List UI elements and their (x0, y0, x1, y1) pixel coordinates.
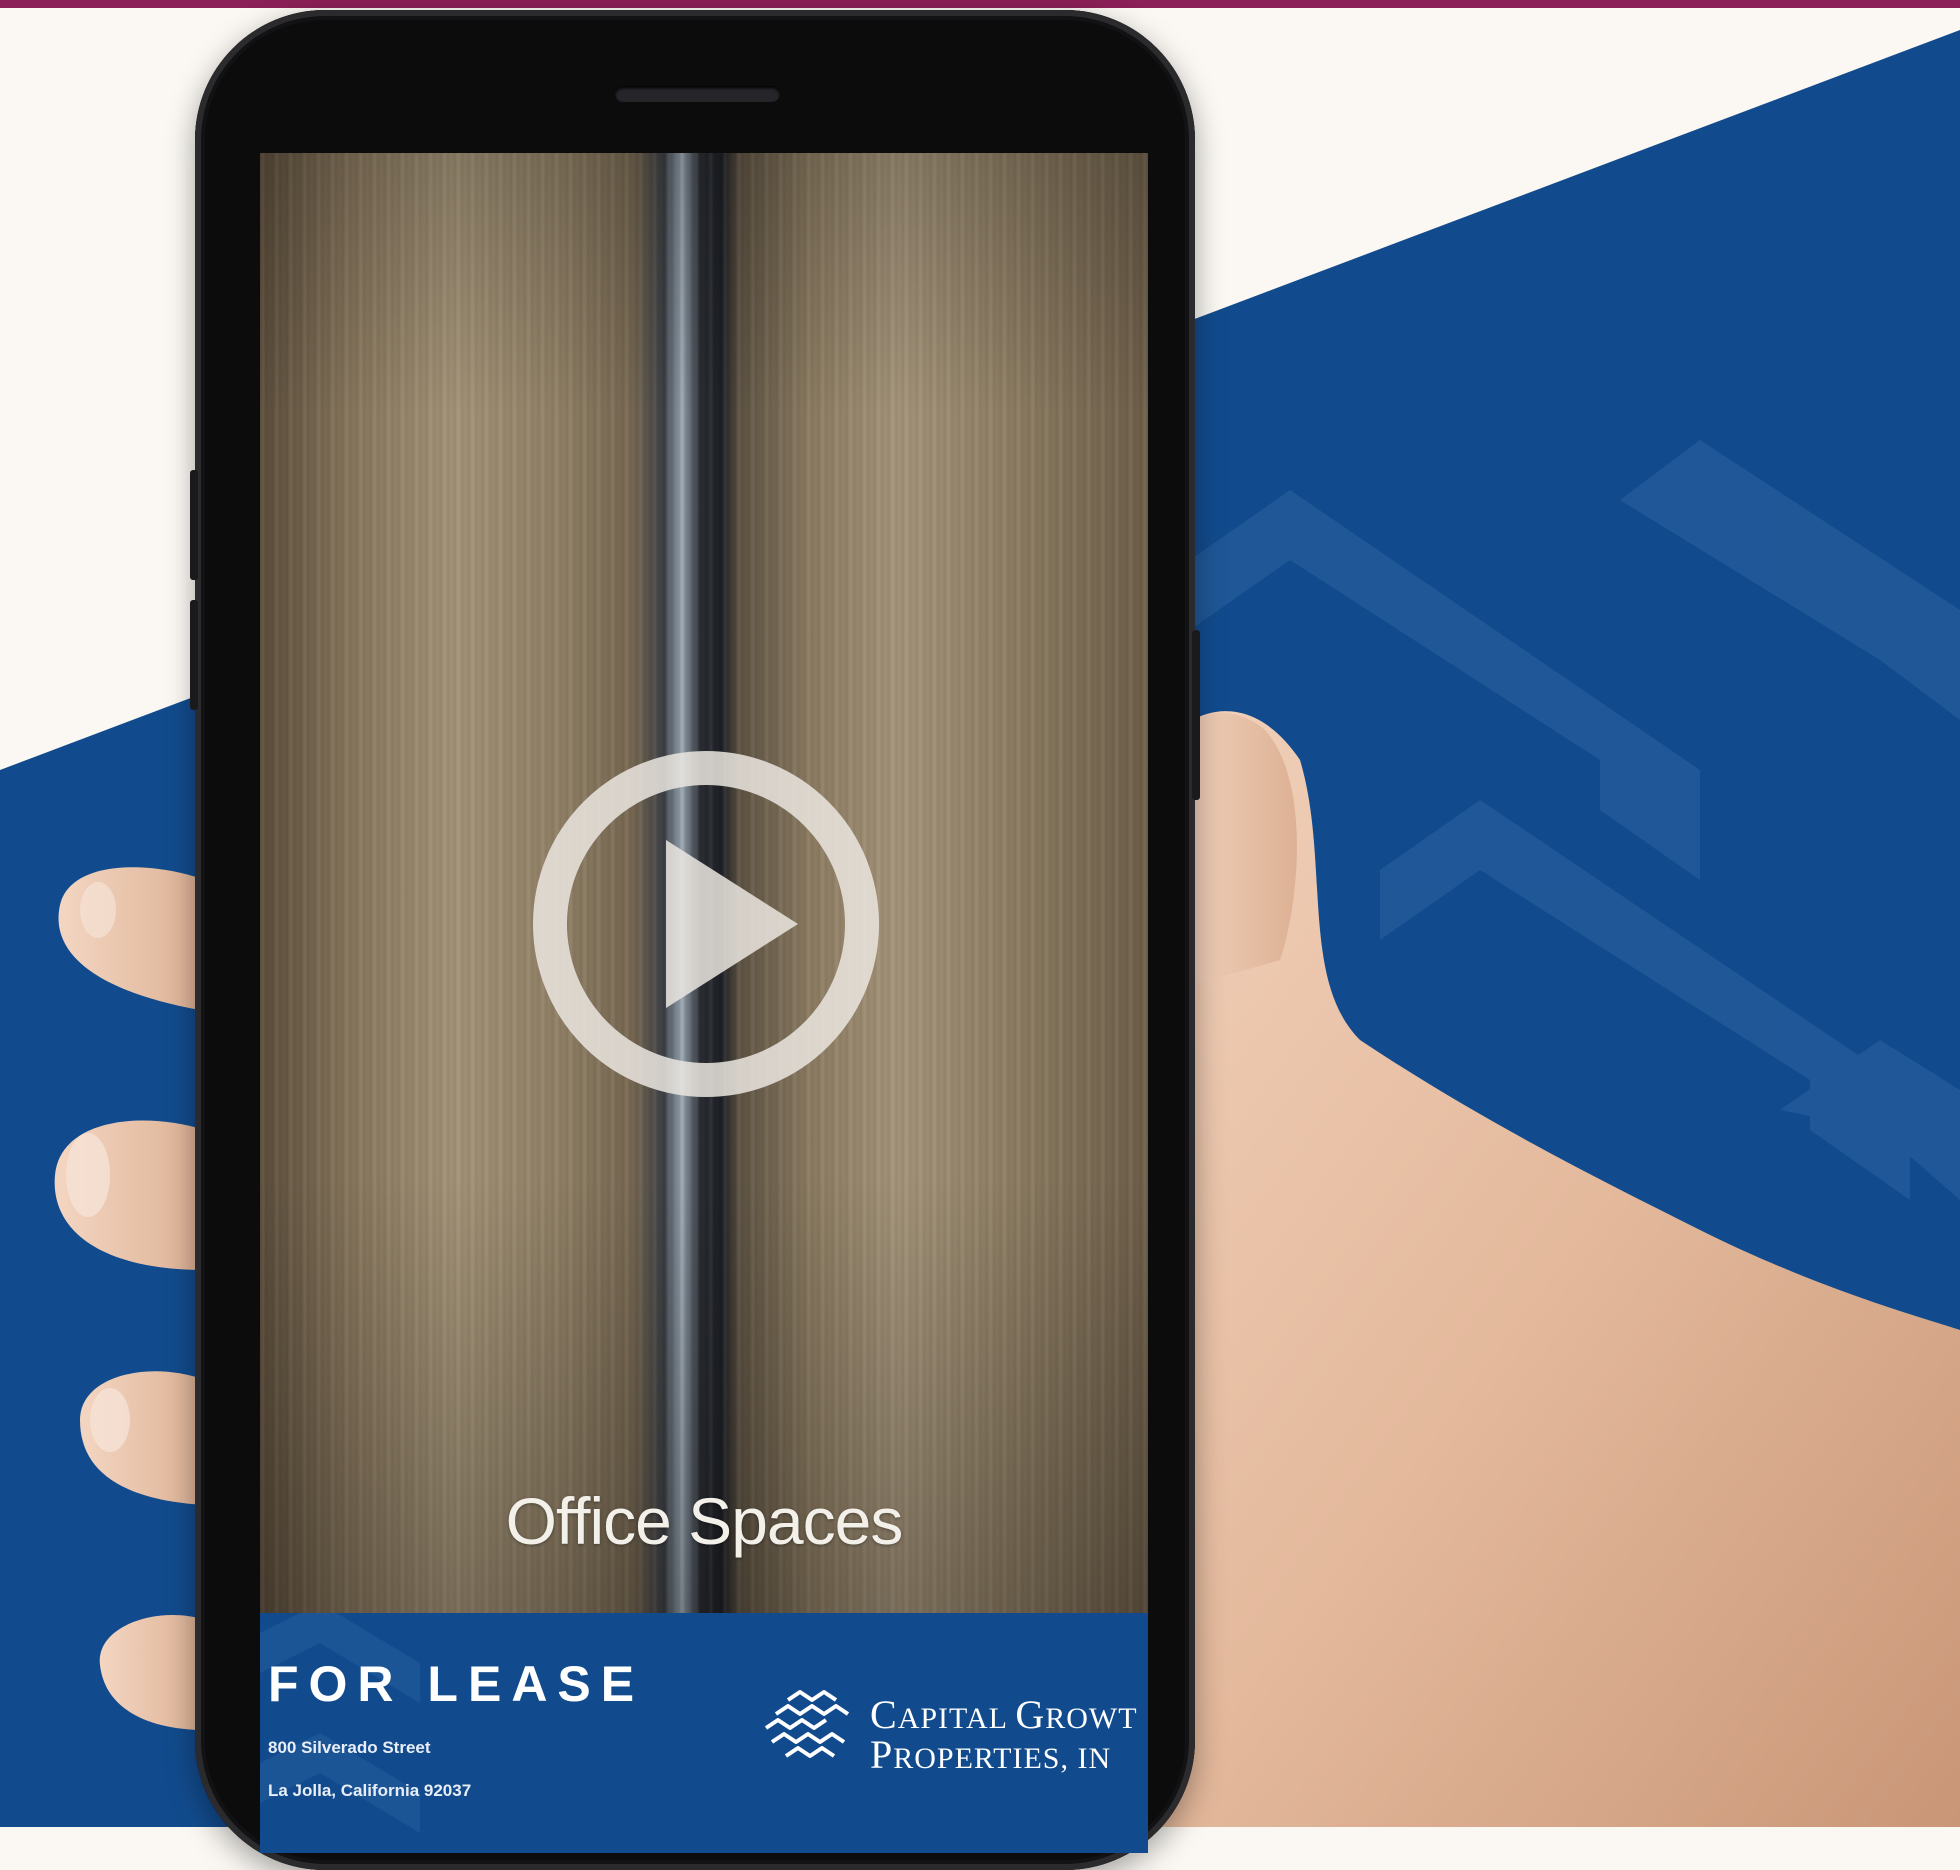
address-city: La Jolla, California 92037 (268, 1781, 472, 1800)
earpiece-speaker (615, 86, 780, 102)
brand-name-line-2: PROPERTIES, IN (870, 1732, 1112, 1777)
for-lease-banner: FOR LEASE 800 Silverado Street La Jolla,… (260, 1613, 1148, 1853)
play-icon (533, 751, 879, 1097)
volume-up-button (190, 470, 198, 580)
phone-screen: Office Spaces FOR LEASE 800 Silverado St… (260, 153, 1148, 1853)
address-street: 800 Silverado Street (268, 1738, 431, 1757)
volume-down-button (190, 600, 198, 710)
power-button (1192, 630, 1200, 800)
stacked-chevrons-logo-icon (764, 1690, 850, 1758)
for-lease-heading: FOR LEASE (268, 1656, 645, 1712)
video-caption: Office Spaces (505, 1484, 904, 1558)
play-button[interactable] (530, 748, 882, 1100)
